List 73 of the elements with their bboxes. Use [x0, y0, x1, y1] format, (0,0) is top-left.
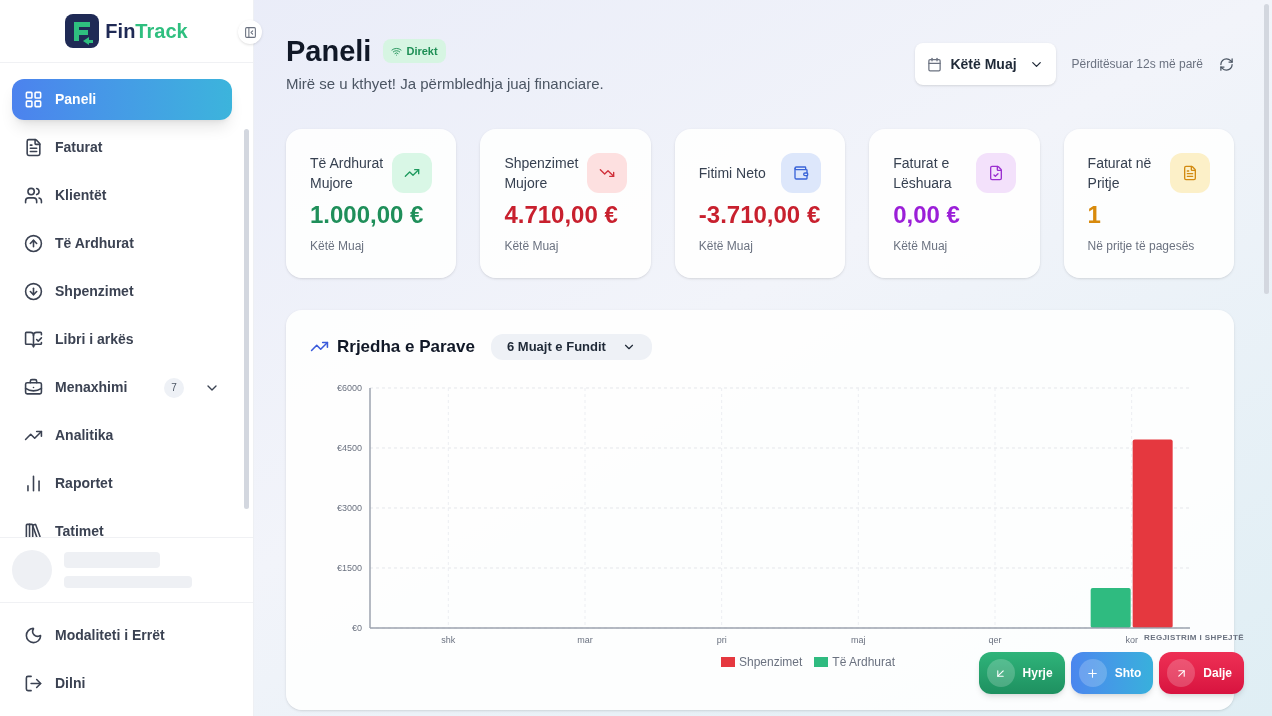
- users-icon: [24, 186, 43, 205]
- refresh-icon[interactable]: [1219, 56, 1234, 72]
- stat-title: Fitimi Neto: [698, 163, 766, 183]
- document-icon: [24, 138, 43, 157]
- arrow-down-circle-icon: [24, 282, 43, 301]
- legend-label: Shpenzimet: [738, 653, 803, 670]
- stat-note: Këtë Muaj: [893, 237, 949, 255]
- document-icon: [1182, 164, 1198, 181]
- nav-item[interactable]: Të Ardhurat: [12, 223, 232, 264]
- logout-icon: [24, 674, 43, 693]
- page-subtitle: Mirë se u kthyet! Ja përmbledhja juaj financiare.: [286, 74, 604, 95]
- updated-time: Përditësuar 12s më parë: [1071, 56, 1203, 73]
- y-tick-label: €1500: [336, 562, 362, 573]
- stat-title: Faturat e Lëshuara: [893, 153, 953, 193]
- x-tick-label: qer: [988, 634, 1002, 645]
- books-icon: [24, 522, 43, 537]
- scrollbar[interactable]: [1264, 4, 1269, 294]
- stat-note: Këtë Muaj: [698, 237, 754, 255]
- stat-value: 4.710,00 €: [504, 199, 619, 230]
- nav-item[interactable]: Menaxhimi 7: [12, 367, 232, 408]
- file-check-icon: [987, 164, 1004, 181]
- arrow-up-circle-icon: [24, 234, 43, 253]
- moon-icon: [24, 626, 43, 645]
- stat-value: 0,00 €: [893, 199, 961, 230]
- bar-chart-icon: [24, 474, 43, 493]
- y-tick-label: €6000: [336, 382, 362, 393]
- stat-value: 1: [1087, 199, 1102, 230]
- nav-item[interactable]: Dilni: [12, 663, 241, 704]
- collapse-sidebar-button[interactable]: [238, 20, 262, 44]
- grid-icon: [24, 90, 43, 109]
- y-tick-label: €4500: [336, 442, 362, 453]
- quick-entry-title: REGJISTRIM I SHPEJTË: [1143, 632, 1244, 644]
- nav-item[interactable]: Raportet: [12, 463, 232, 504]
- y-tick-label: €0: [352, 622, 362, 633]
- nav-item[interactable]: Analitika: [12, 415, 232, 456]
- wallet-icon: [793, 164, 810, 181]
- briefcase-icon: [24, 378, 43, 397]
- nav-item[interactable]: Klientët: [12, 175, 232, 216]
- period-dropdown[interactable]: Këtë Muaj: [915, 43, 1056, 85]
- page-title: Paneli: [286, 34, 372, 69]
- stat-note: Këtë Muaj: [310, 237, 366, 255]
- live-badge: Direkt: [383, 38, 446, 64]
- nav-item[interactable]: Shpenzimet: [12, 271, 232, 312]
- quick-entry-button[interactable]: Dalje: [1159, 652, 1244, 694]
- calendar-icon: [927, 56, 943, 72]
- book-icon: [24, 330, 43, 349]
- chart-title: Rrjedha e Parave: [337, 336, 475, 358]
- nav-item[interactable]: Modaliteti i Errët: [12, 615, 241, 656]
- stat-title: Shpenzimet Mujore: [504, 153, 579, 193]
- range-dropdown[interactable]: 6 Muajt e Fundit: [490, 333, 652, 360]
- scrollbar[interactable]: [244, 129, 249, 509]
- x-tick-label: maj: [851, 634, 866, 645]
- stat-note: Në pritje të pagesës: [1087, 237, 1196, 255]
- stat-value: -3.710,00 €: [698, 199, 822, 230]
- stat-note: Këtë Muaj: [504, 237, 560, 255]
- count-badge: 7: [164, 377, 184, 398]
- nav-item[interactable]: Faturat: [12, 127, 232, 168]
- x-tick-label: mar: [577, 634, 593, 645]
- stat-title: Faturat në Pritje: [1087, 153, 1153, 193]
- brand-name: FinTrack: [105, 19, 188, 44]
- stat-value: 1.000,00 €: [310, 199, 425, 230]
- legend-label: Të Ardhurat: [832, 653, 896, 670]
- nav-item[interactable]: Libri i arkës: [12, 319, 232, 360]
- x-tick-label: kor: [1125, 634, 1138, 645]
- nav-item[interactable]: Tatimet: [12, 511, 232, 537]
- x-tick-label: pri: [716, 634, 727, 645]
- plus-icon: [1086, 666, 1100, 680]
- logo-icon: [65, 14, 100, 48]
- signal-icon: [391, 45, 403, 57]
- x-tick-label: shk: [441, 634, 456, 645]
- collapse-icon: [243, 25, 257, 39]
- y-tick-label: €3000: [336, 502, 362, 513]
- stat-title: Të Ardhurat Mujore: [310, 153, 385, 193]
